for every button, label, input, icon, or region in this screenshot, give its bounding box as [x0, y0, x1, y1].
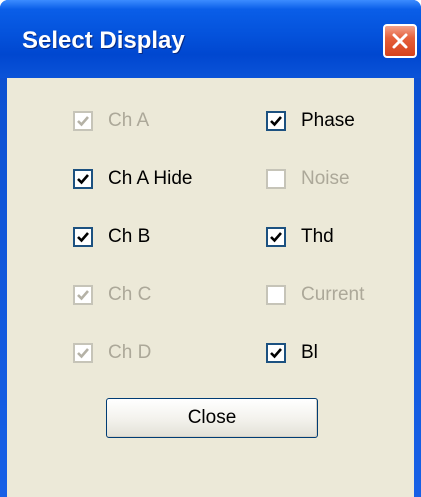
- checkbox-ch-b[interactable]: Ch B: [73, 224, 150, 250]
- checkmark-icon: [270, 232, 282, 243]
- close-button[interactable]: Close: [106, 398, 318, 438]
- checkbox-box: [266, 227, 286, 247]
- select-display-window: Select Display Ch A Ch A Hide Ch B Ch C: [0, 0, 421, 497]
- checkbox-label: Thd: [301, 226, 334, 247]
- checkmark-icon: [77, 174, 89, 185]
- checkmark-icon: [77, 232, 89, 243]
- checkbox-label: Ch D: [108, 342, 152, 363]
- checkbox-label: Ch A: [108, 110, 150, 131]
- checkbox-noise[interactable]: Noise: [266, 166, 350, 192]
- checkbox-box: [73, 343, 93, 363]
- checkbox-label: Phase: [301, 110, 355, 131]
- dialog-body: Ch A Ch A Hide Ch B Ch C Ch D Phase Nois…: [7, 78, 414, 497]
- checkbox-ch-d[interactable]: Ch D: [73, 340, 151, 366]
- checkbox-label: Ch A Hide: [108, 168, 193, 189]
- checkbox-box: [266, 169, 286, 189]
- window-title: Select Display: [22, 27, 185, 54]
- checkbox-bl[interactable]: Bl: [266, 340, 318, 366]
- checkbox-box: [73, 285, 93, 305]
- checkbox-current[interactable]: Current: [266, 282, 364, 308]
- checkbox-label: Bl: [301, 342, 318, 363]
- checkbox-box: [266, 343, 286, 363]
- checkmark-icon: [77, 290, 89, 301]
- checkbox-box: [266, 111, 286, 131]
- checkbox-box: [73, 111, 93, 131]
- checkbox-label: Ch B: [108, 226, 151, 247]
- checkbox-box: [73, 169, 93, 189]
- checkbox-thd[interactable]: Thd: [266, 224, 334, 250]
- checkbox-label: Current: [301, 284, 365, 305]
- checkmark-icon: [77, 116, 89, 127]
- checkbox-box: [266, 285, 286, 305]
- close-icon: [392, 33, 408, 49]
- checkbox-box: [73, 227, 93, 247]
- title-close-button[interactable]: [383, 24, 417, 58]
- checkbox-label: Ch C: [108, 284, 152, 305]
- checkmark-icon: [270, 116, 282, 127]
- title-bar[interactable]: Select Display: [0, 0, 421, 78]
- checkbox-phase[interactable]: Phase: [266, 108, 355, 134]
- checkmark-icon: [270, 348, 282, 359]
- checkbox-label: Noise: [301, 168, 350, 189]
- checkbox-ch-a-hide[interactable]: Ch A Hide: [73, 166, 193, 192]
- checkbox-ch-c[interactable]: Ch C: [73, 282, 151, 308]
- checkbox-ch-a[interactable]: Ch A: [73, 108, 149, 134]
- checkmark-icon: [77, 348, 89, 359]
